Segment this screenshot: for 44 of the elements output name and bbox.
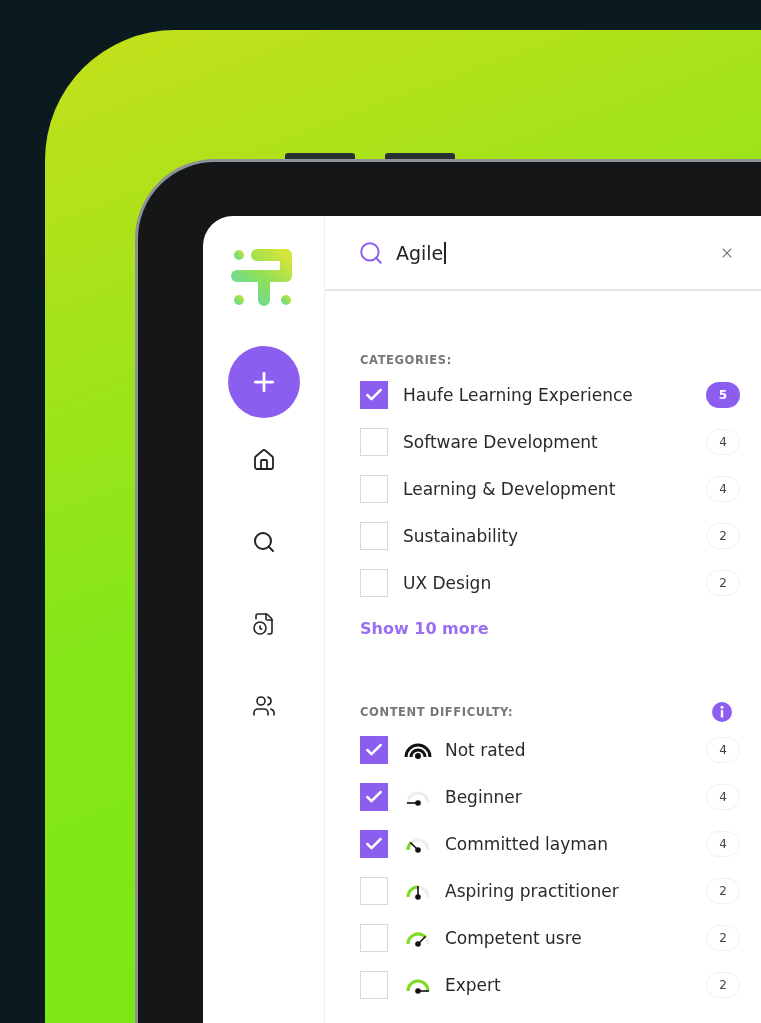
search-field[interactable]: Agile xyxy=(325,216,761,291)
section-heading: CONTENT DIFFICULTY: xyxy=(360,705,514,719)
count-badge: 4 xyxy=(706,429,740,455)
count-badge: 2 xyxy=(706,523,740,549)
difficulty-label: Committed layman xyxy=(445,834,610,854)
search-icon xyxy=(358,239,384,266)
checkbox[interactable] xyxy=(360,475,388,503)
show-more-link[interactable]: Show 10 more xyxy=(360,619,489,638)
document-clock-icon[interactable] xyxy=(251,612,276,636)
category-label: Haufe Learning Experience xyxy=(403,385,634,405)
difficulty-label: Beginner xyxy=(445,787,523,807)
difficulty-label: Competent usre xyxy=(445,928,583,948)
section-heading: CATEGORIES: xyxy=(360,353,453,367)
category-label: Software Development xyxy=(403,432,599,452)
checkbox[interactable] xyxy=(360,569,388,597)
checkbox[interactable] xyxy=(360,971,388,999)
count-badge: 2 xyxy=(706,972,740,998)
category-label: Learning & Development xyxy=(403,479,617,499)
count-badge: 4 xyxy=(706,784,740,810)
search-icon[interactable] xyxy=(251,530,276,554)
checkbox[interactable] xyxy=(360,783,388,811)
category-label: Sustainability xyxy=(403,526,520,546)
checkbox[interactable] xyxy=(360,381,388,409)
text-caret xyxy=(444,241,446,264)
checkbox[interactable] xyxy=(360,428,388,456)
checkbox[interactable] xyxy=(360,877,388,905)
checkbox[interactable] xyxy=(360,736,388,764)
difficulty-label: Aspiring practitioner xyxy=(445,881,620,901)
count-badge: 4 xyxy=(706,831,740,857)
checkbox[interactable] xyxy=(360,522,388,550)
checkbox[interactable] xyxy=(360,830,388,858)
count-badge: 4 xyxy=(706,737,740,763)
count-badge: 2 xyxy=(706,878,740,904)
count-badge: 4 xyxy=(706,476,740,502)
users-icon[interactable] xyxy=(251,694,276,718)
info-icon[interactable] xyxy=(712,702,732,722)
difficulty-label: Not rated xyxy=(445,740,527,760)
category-label: UX Design xyxy=(403,573,493,593)
checkbox[interactable] xyxy=(360,924,388,952)
count-badge: 5 xyxy=(706,382,740,408)
count-badge: 2 xyxy=(706,925,740,951)
count-badge: 2 xyxy=(706,570,740,596)
difficulty-label: Expert xyxy=(445,975,502,995)
home-icon[interactable] xyxy=(251,448,276,472)
